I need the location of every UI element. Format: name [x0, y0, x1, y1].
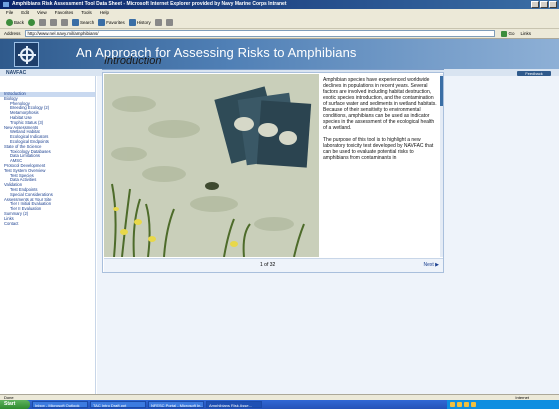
intro-text: Amphibian species have experienced world… [321, 74, 439, 257]
intro-paragraph-1: Amphibian species have experienced world… [323, 77, 437, 131]
title-divider [102, 69, 444, 70]
tray-icon[interactable] [457, 402, 462, 407]
next-button[interactable]: Next ▶ [423, 262, 439, 268]
intro-illustration [104, 74, 319, 257]
forward-arrow-icon [28, 19, 36, 26]
history-button[interactable]: History [128, 19, 151, 26]
ie-icon [3, 2, 9, 7]
sidebar-item[interactable]: Contact [0, 221, 95, 227]
star-icon [98, 19, 106, 26]
minimize-button[interactable] [531, 1, 539, 8]
menu-file[interactable]: File [6, 9, 13, 17]
page-title: Introduction [104, 55, 162, 67]
taskbar-item[interactable]: Inbox - Microsoft Outlook [32, 401, 88, 408]
menu-favorites[interactable]: Favorites [55, 9, 74, 17]
sidebar-nav: Introduction Biology Phenology Breeding Eco… [0, 76, 96, 394]
stop-icon [39, 19, 47, 26]
panel-footer: 1 of 32 Next ▶ [104, 258, 443, 272]
favorites-button[interactable]: Favorites [98, 19, 125, 26]
maximize-button[interactable] [540, 1, 548, 8]
scrollbar-thumb[interactable] [440, 76, 443, 106]
mail-icon [154, 19, 162, 26]
menu-view[interactable]: View [37, 9, 47, 17]
print-button[interactable] [165, 19, 173, 26]
intro-paragraph-2: The purpose of this tool is to highlight… [323, 137, 434, 161]
page-counter: 1 of 32 [260, 262, 276, 268]
tray-icon[interactable] [450, 402, 455, 407]
menu-tools[interactable]: Tools [81, 9, 92, 17]
browser-toolbar: Back Search Favorites History [0, 17, 559, 29]
links-button[interactable]: Links [521, 31, 532, 36]
tray-icon[interactable] [471, 402, 476, 407]
menu-bar: File Edit View Favorites Tools Help [0, 9, 559, 17]
address-label: Address [4, 31, 21, 36]
wetland-scene-image [104, 74, 319, 257]
refresh-button[interactable] [50, 19, 58, 26]
site-banner: An Approach for Assessing Risks to Amphi… [0, 39, 559, 69]
taskbar-item[interactable]: TAC Intro Draft.ppt [90, 401, 146, 408]
history-icon [128, 19, 136, 26]
back-arrow-icon [6, 19, 13, 26]
address-bar: Address http://www.nel.navy.mil/amphibia… [0, 29, 559, 39]
refresh-icon [50, 19, 58, 26]
home-button[interactable] [61, 19, 69, 26]
mail-button[interactable] [154, 19, 162, 26]
forward-button[interactable] [28, 19, 36, 26]
print-icon [165, 19, 173, 26]
taskbar-item[interactable]: NFESC Portal - Microsoft In... [148, 401, 204, 408]
content-panel: Amphibian species have experienced world… [102, 72, 444, 273]
search-icon [72, 19, 80, 26]
window-controls [531, 1, 557, 8]
start-button[interactable]: Start [0, 400, 30, 409]
menu-edit[interactable]: Edit [21, 9, 29, 17]
crosshair-icon [17, 45, 36, 64]
go-button[interactable]: Go [500, 30, 515, 37]
text-scrollbar[interactable] [440, 74, 443, 257]
address-input[interactable]: http://www.nel.navy.mil/amphibians/ [24, 30, 495, 37]
window-title: Amphibians Risk Assessment Tool Data She… [12, 1, 287, 7]
navfac-logo [14, 42, 39, 67]
window-titlebar: Amphibians Risk Assessment Tool Data She… [0, 0, 559, 9]
menu-help[interactable]: Help [100, 9, 109, 17]
close-button[interactable] [549, 1, 557, 8]
taskbar: Start Inbox - Microsoft Outlook TAC Intr… [0, 400, 559, 409]
system-tray [447, 400, 559, 409]
search-button[interactable]: Search [72, 19, 94, 26]
tray-icon[interactable] [464, 402, 469, 407]
home-icon [61, 19, 69, 26]
taskbar-item-active[interactable]: Amphibians Risk Asse... [206, 401, 262, 408]
back-button[interactable]: Back [6, 19, 24, 26]
go-arrow-icon [500, 30, 507, 37]
stop-button[interactable] [39, 19, 47, 26]
